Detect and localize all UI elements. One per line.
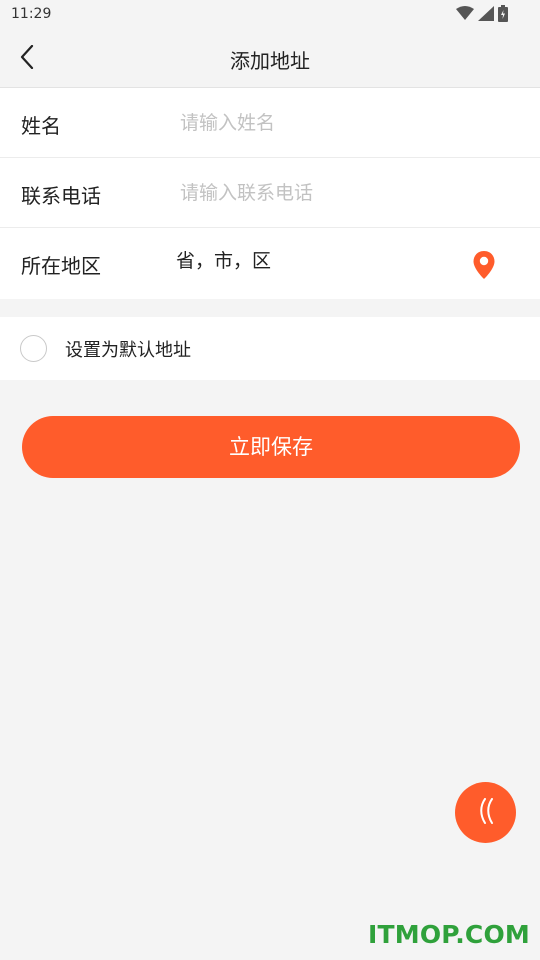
name-input[interactable] [180,106,480,140]
region-label: 所在地区 [21,254,101,278]
default-address-row: 设置为默认地址 [0,317,540,380]
status-icons [456,5,508,22]
name-row: 姓名 [0,88,540,158]
app-header: 添加地址 [0,30,540,88]
region-selector[interactable]: 省，市，区 [176,246,271,273]
page-title: 添加地址 [230,49,310,73]
name-label: 姓名 [21,114,61,138]
default-address-label: 设置为默认地址 [65,340,191,361]
location-pin-icon[interactable] [472,250,496,280]
phone-input[interactable] [180,176,480,210]
status-time: 11:29 [11,6,52,22]
add-address-screen: 11:29 添加地址 姓名 联系电话 [0,0,540,960]
floating-back-button[interactable] [455,782,516,843]
wifi-icon [456,6,474,21]
save-button[interactable]: 立即保存 [22,416,520,478]
signal-icon [478,6,494,21]
default-address-checkbox[interactable] [20,335,47,362]
watermark: ITMOP.COM [368,920,530,949]
address-form: 姓名 联系电话 所在地区 省，市，区 [0,88,540,299]
double-chevron-left-icon [477,797,495,828]
phone-row: 联系电话 [0,158,540,228]
status-bar: 11:29 [0,0,540,30]
region-row: 所在地区 省，市，区 [0,228,540,299]
battery-icon [498,5,508,22]
phone-label: 联系电话 [21,184,101,208]
